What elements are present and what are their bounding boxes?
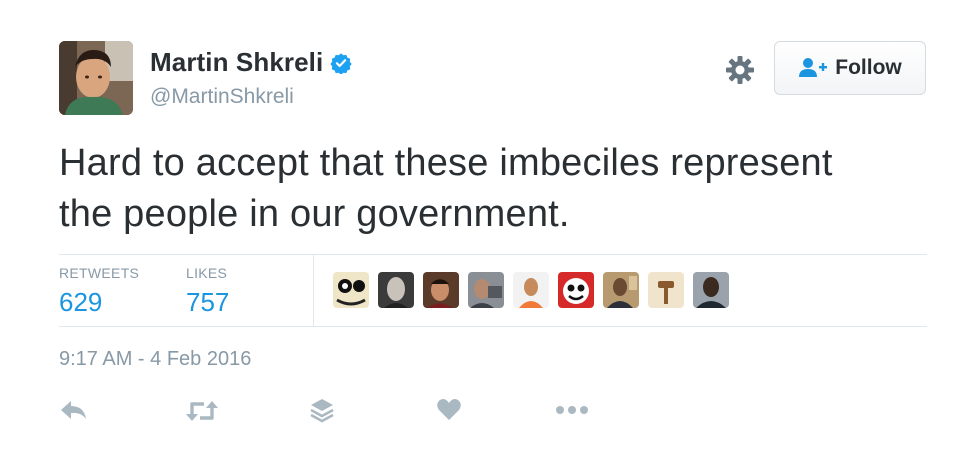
likes-stat[interactable]: LIKES 757 — [186, 265, 229, 318]
retweets-stat[interactable]: RETWEETS 629 — [59, 265, 139, 318]
tweet-card: Martin Shkreli @MartinShkreli Follow Har… — [0, 0, 980, 465]
liker-avatar[interactable] — [558, 272, 594, 308]
retweet-icon[interactable] — [185, 397, 219, 425]
tweet-timestamp[interactable]: 9:17 AM - 4 Feb 2016 — [59, 348, 251, 371]
gear-icon[interactable] — [724, 54, 756, 86]
reply-icon[interactable] — [59, 397, 89, 425]
tweet-text-line-2: the people in our government. — [59, 193, 570, 235]
user-name-row: Martin Shkreli — [150, 47, 352, 78]
retweets-label: RETWEETS — [59, 265, 140, 281]
liker-avatar[interactable] — [603, 272, 639, 308]
stats-top-divider — [59, 254, 927, 255]
stats-bottom-divider — [59, 326, 927, 327]
liker-avatar[interactable] — [648, 272, 684, 308]
retweets-count: 629 — [59, 287, 103, 317]
add-user-icon — [799, 58, 828, 77]
liker-avatar[interactable] — [333, 272, 369, 308]
liker-avatar[interactable] — [468, 272, 504, 308]
user-handle[interactable]: @MartinShkreli — [150, 85, 294, 109]
follow-button-label: Follow — [835, 56, 902, 79]
liker-avatar[interactable] — [378, 272, 414, 308]
likes-count: 757 — [186, 287, 230, 317]
liker-avatar[interactable] — [423, 272, 459, 308]
avatar-image — [59, 41, 133, 115]
avatar[interactable] — [59, 41, 133, 115]
verified-badge-icon — [330, 52, 352, 74]
tweet-text: Hard to accept that these imbeciles repr… — [59, 138, 939, 240]
stats-separator — [313, 254, 314, 326]
user-name[interactable]: Martin Shkreli — [150, 47, 323, 78]
tweet-text-line-1: Hard to accept that these imbeciles repr… — [59, 142, 833, 184]
layers-icon[interactable] — [309, 397, 335, 425]
heart-icon[interactable] — [436, 397, 462, 423]
likes-label: LIKES — [186, 265, 228, 281]
liker-avatars — [333, 272, 738, 308]
follow-button[interactable]: Follow — [774, 41, 926, 95]
more-icon[interactable] — [555, 397, 589, 423]
liker-avatar[interactable] — [693, 272, 729, 308]
liker-avatar[interactable] — [513, 272, 549, 308]
